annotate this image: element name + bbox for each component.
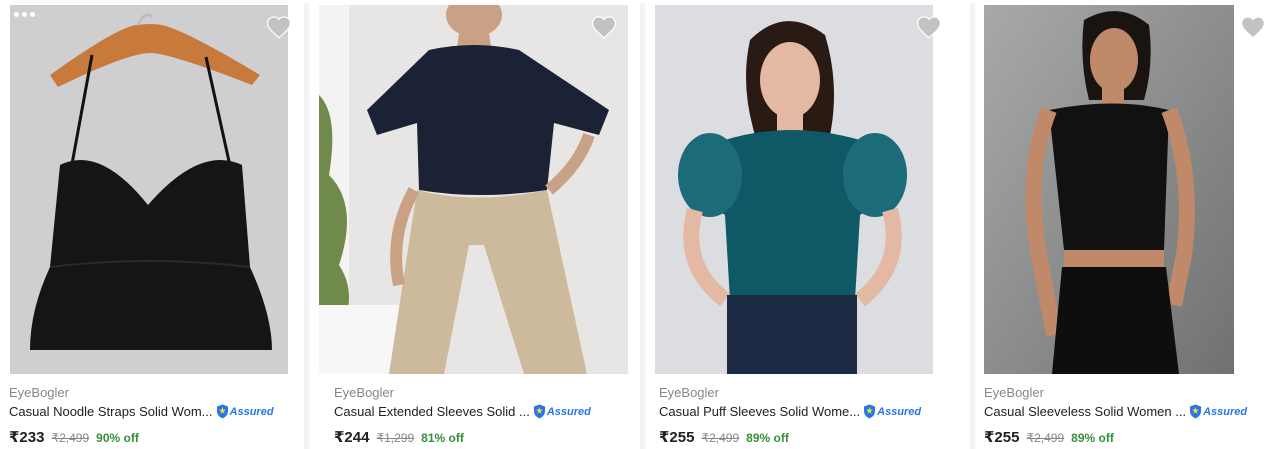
assured-badge: Assured <box>533 404 591 419</box>
assured-label: Assured <box>877 405 922 418</box>
heart-icon[interactable] <box>266 15 292 39</box>
assured-label: Assured <box>1203 405 1248 418</box>
selling-price: ₹244 <box>334 429 370 446</box>
assured-badge: Assured <box>863 404 921 419</box>
original-price: ₹2,499 <box>701 431 740 445</box>
shield-icon <box>864 404 876 419</box>
product-title-row[interactable]: Casual Extended Sleeves Solid ... Assure… <box>334 404 591 419</box>
product-title[interactable]: Casual Noodle Straps Solid Wom... <box>9 404 213 419</box>
product-brand: EyeBogler <box>334 385 394 400</box>
product-title[interactable]: Casual Sleeveless Solid Women ... <box>984 404 1186 419</box>
selling-price: ₹255 <box>659 429 695 446</box>
product-image[interactable] <box>984 5 1234 374</box>
product-card[interactable]: EyeBogler Casual Extended Sleeves Solid … <box>309 0 640 449</box>
heart-icon[interactable] <box>591 15 617 39</box>
shield-icon <box>1190 404 1202 419</box>
original-price: ₹2,499 <box>51 431 90 445</box>
assured-label: Assured <box>546 405 591 418</box>
discount-percent: 89% off <box>746 431 789 445</box>
price-row: ₹255 ₹2,499 89% off <box>659 428 789 446</box>
shield-icon <box>216 404 228 419</box>
navy-crop-top-image <box>319 5 628 374</box>
product-title-row[interactable]: Casual Puff Sleeves Solid Wome... Assure… <box>659 404 921 419</box>
discount-percent: 89% off <box>1071 431 1114 445</box>
price-row: ₹233 ₹2,499 90% off <box>9 428 139 446</box>
product-brand: EyeBogler <box>9 385 69 400</box>
discount-percent: 81% off <box>421 431 464 445</box>
product-card[interactable]: EyeBogler Casual Puff Sleeves Solid Wome… <box>645 0 970 449</box>
assured-badge: Assured <box>1189 404 1247 419</box>
original-price: ₹2,499 <box>1026 431 1065 445</box>
product-brand: EyeBogler <box>659 385 719 400</box>
product-title[interactable]: Casual Puff Sleeves Solid Wome... <box>659 404 860 419</box>
price-row: ₹255 ₹2,499 89% off <box>984 428 1114 446</box>
teal-puff-sleeve-top-image <box>655 5 933 374</box>
assured-label: Assured <box>229 405 274 418</box>
shield-icon <box>533 404 545 419</box>
product-brand: EyeBogler <box>984 385 1044 400</box>
product-image[interactable] <box>10 5 288 374</box>
more-options-icon[interactable] <box>14 12 35 17</box>
heart-icon[interactable] <box>916 15 942 39</box>
product-card[interactable]: EyeBogler Casual Noodle Straps Solid Wom… <box>0 0 304 449</box>
product-title-row[interactable]: Casual Sleeveless Solid Women ... Assure… <box>984 404 1247 419</box>
product-image[interactable] <box>319 5 628 374</box>
product-image[interactable] <box>655 5 933 374</box>
black-peplum-cami-image <box>10 5 288 374</box>
product-title-row[interactable]: Casual Noodle Straps Solid Wom... Assure… <box>9 404 274 419</box>
product-card[interactable]: EyeBogler Casual Sleeveless Solid Women … <box>975 0 1280 449</box>
black-sleeveless-crop-top-image <box>984 5 1234 374</box>
product-title[interactable]: Casual Extended Sleeves Solid ... <box>334 404 530 419</box>
discount-percent: 90% off <box>96 431 139 445</box>
heart-icon[interactable] <box>1240 15 1266 39</box>
price-row: ₹244 ₹1,299 81% off <box>334 428 464 446</box>
assured-badge: Assured <box>216 404 274 419</box>
original-price: ₹1,299 <box>376 431 415 445</box>
selling-price: ₹233 <box>9 429 45 446</box>
selling-price: ₹255 <box>984 429 1020 446</box>
